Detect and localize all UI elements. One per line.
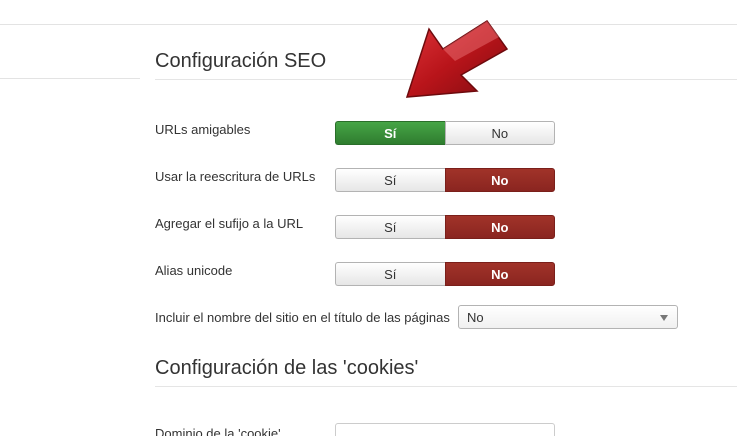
unicode-alias-toggle: Sí No (335, 262, 555, 286)
url-suffix-toggle: Sí No (335, 215, 555, 239)
top-divider (0, 24, 737, 25)
url-rewrite-yes-button[interactable]: Sí (335, 168, 445, 192)
url-rewrite-toggle: Sí No (335, 168, 555, 192)
unicode-alias-no-button[interactable]: No (444, 262, 555, 286)
site-name-in-title-label: Incluir el nombre del sitio en el título… (155, 310, 450, 325)
url-suffix-no-button[interactable]: No (444, 215, 555, 239)
unicode-alias-label: Alias unicode (155, 263, 233, 278)
url-suffix-yes-button[interactable]: Sí (335, 215, 445, 239)
site-name-in-title-value: No (467, 309, 484, 325)
seo-section-title: Configuración SEO (155, 50, 327, 72)
friendly-urls-yes-button[interactable]: Sí (335, 121, 445, 145)
friendly-urls-no-button[interactable]: No (444, 121, 555, 145)
url-rewrite-no-button[interactable]: No (444, 168, 555, 192)
page: Configuración SEO URLs amigables Sí No U… (0, 0, 737, 436)
url-rewrite-label: Usar la reescritura de URLs (155, 169, 316, 184)
friendly-urls-toggle: Sí No (335, 121, 555, 145)
url-suffix-label: Agregar el sufijo a la URL (155, 216, 304, 231)
cookie-domain-label: Dominio de la 'cookie' (155, 426, 281, 436)
cookies-section-title: Configuración de las 'cookies' (155, 357, 419, 379)
cookie-domain-input[interactable] (335, 423, 555, 436)
left-divider (0, 78, 140, 79)
red-arrow-icon (405, 19, 509, 98)
friendly-urls-label: URLs amigables (155, 122, 251, 137)
site-name-in-title-select[interactable]: No (458, 305, 678, 329)
cookies-section-rule (155, 386, 737, 387)
unicode-alias-yes-button[interactable]: Sí (335, 262, 445, 286)
caret-down-icon (660, 315, 668, 321)
